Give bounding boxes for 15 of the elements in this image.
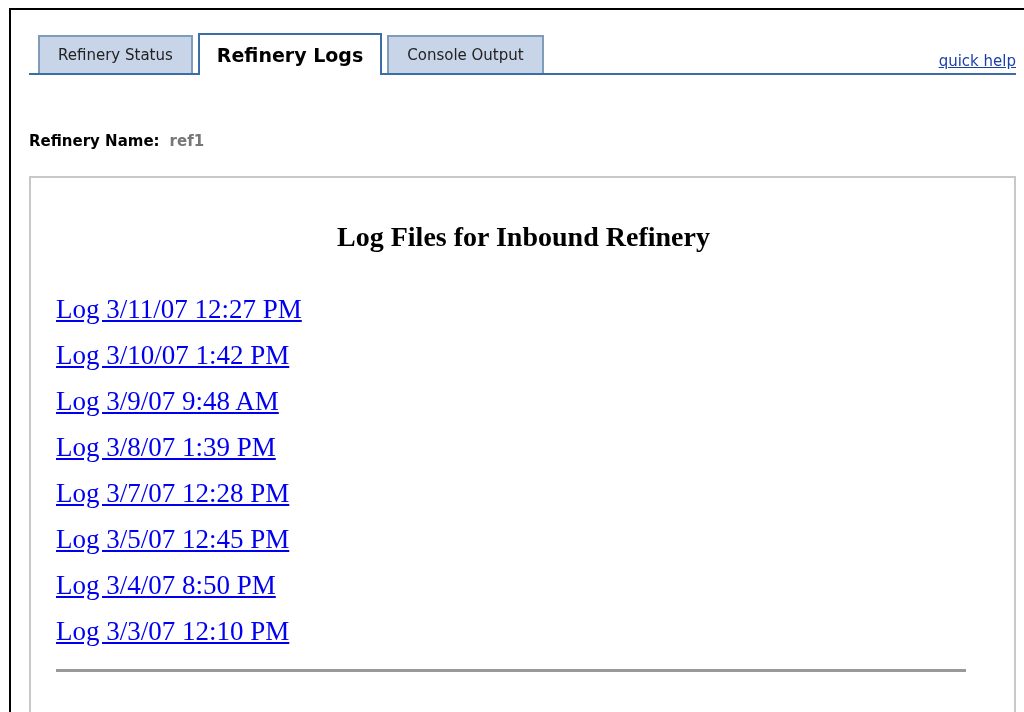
log-link[interactable]: Log 3/8/07 1:39 PM: [56, 428, 276, 465]
tab[interactable]: Refinery Logs: [197, 33, 383, 75]
log-link[interactable]: Log 3/5/07 12:45 PM: [56, 520, 290, 557]
log-link[interactable]: Log 3/4/07 8:50 PM: [56, 566, 276, 603]
log-link[interactable]: Log 3/10/07 1:42 PM: [56, 336, 290, 373]
log-link[interactable]: Log 3/7/07 12:28 PM: [56, 474, 290, 511]
log-link[interactable]: Log 3/11/07 12:27 PM: [56, 290, 302, 327]
tab[interactable]: Console Output: [387, 35, 544, 73]
panel-title: Log Files for Inbound Refinery: [336, 219, 711, 254]
refinery-name-value: ref1: [169, 131, 205, 152]
log-link[interactable]: Log 3/9/07 9:48 AM: [56, 382, 279, 419]
log-link[interactable]: Log 3/3/07 12:10 PM: [56, 612, 290, 649]
refinery-name-label: Refinery Name:: [29, 131, 160, 152]
quick-help-link[interactable]: quick help: [938, 49, 1016, 72]
tab[interactable]: Refinery Status: [38, 35, 193, 73]
